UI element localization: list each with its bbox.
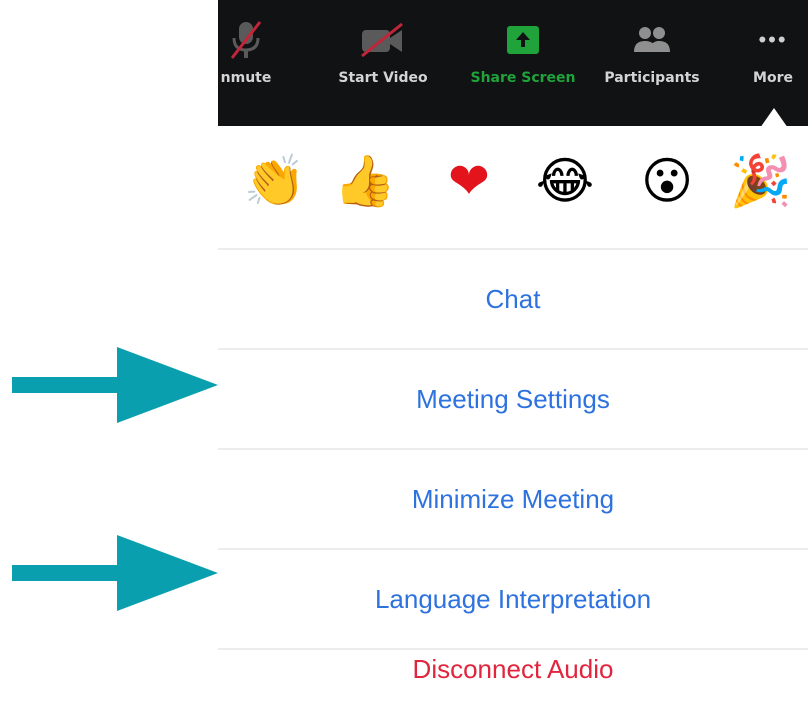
menu-caret: [760, 108, 788, 128]
disconnect-audio-menu-item[interactable]: Disconnect Audio: [218, 620, 808, 718]
reactions-row: 👏 👍 ❤ 😂 😮 🎉: [218, 126, 808, 250]
more-menu-panel: 👏 👍 ❤ 😂 😮 🎉 Chat Meeting Settings Minimi…: [218, 126, 808, 700]
annotation-arrow-language-interpretation: [12, 535, 218, 611]
more-dots: •••: [758, 27, 788, 52]
meeting-settings-menu-item[interactable]: Meeting Settings: [218, 350, 808, 450]
open-mouth-icon[interactable]: 😮: [632, 146, 702, 216]
clapping-hands-icon[interactable]: 👏: [240, 146, 310, 216]
share-screen-label: Share Screen: [470, 70, 576, 86]
participants-label: Participants: [604, 70, 700, 86]
video-off-icon: [358, 18, 408, 62]
unmute-button[interactable]: nmute: [218, 18, 286, 98]
start-video-button[interactable]: Start Video: [328, 18, 438, 98]
party-popper-icon[interactable]: 🎉: [726, 146, 796, 216]
more-label: More: [753, 70, 793, 86]
meeting-toolbar: nmute Start Video Share Screen Participa…: [218, 0, 808, 126]
participants-button[interactable]: Participants: [596, 18, 708, 98]
start-video-label: Start Video: [338, 70, 428, 86]
heart-icon[interactable]: ❤: [434, 146, 504, 216]
share-screen-button[interactable]: Share Screen: [458, 18, 588, 98]
share-screen-icon: [503, 18, 543, 62]
participants-icon: [630, 18, 674, 62]
muted-microphone-icon: [226, 18, 266, 62]
more-dots-icon: •••: [758, 18, 787, 62]
chat-menu-item[interactable]: Chat: [218, 250, 808, 350]
minimize-meeting-menu-item[interactable]: Minimize Meeting: [218, 450, 808, 550]
tears-of-joy-icon[interactable]: 😂: [530, 146, 600, 216]
unmute-label: nmute: [220, 70, 272, 86]
more-button[interactable]: ••• More: [738, 18, 808, 98]
thumbs-up-icon[interactable]: 👍: [330, 146, 400, 216]
annotation-arrow-meeting-settings: [12, 347, 218, 423]
